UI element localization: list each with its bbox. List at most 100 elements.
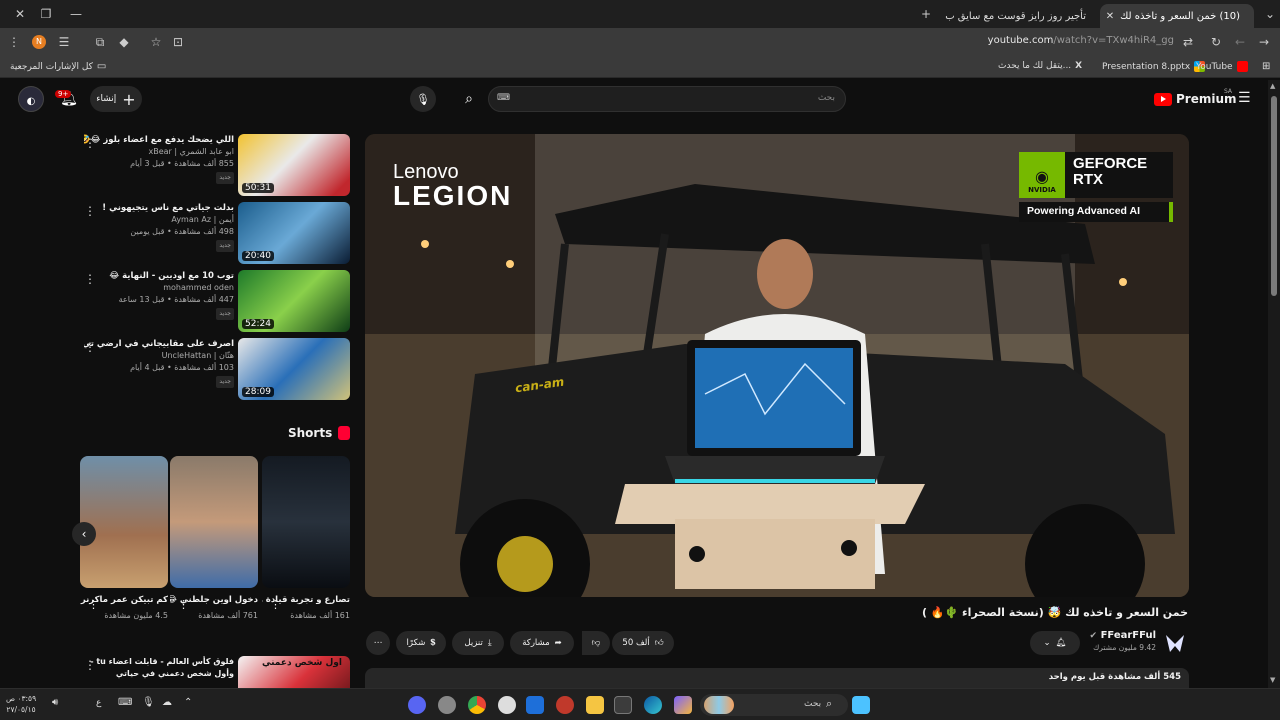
file-explorer-icon[interactable] bbox=[586, 696, 604, 714]
defender-shield-icon[interactable] bbox=[526, 696, 544, 714]
share-button[interactable]: مشاركة ➦ bbox=[510, 631, 574, 655]
settings-gear-icon[interactable] bbox=[438, 696, 456, 714]
more-vertical-icon[interactable]: ⋮ bbox=[84, 204, 96, 218]
windows-start-icon[interactable] bbox=[852, 696, 870, 714]
short-thumbnail[interactable] bbox=[170, 456, 258, 588]
channel-avatar[interactable] bbox=[1164, 632, 1186, 654]
search-input[interactable]: ⌨ بحث bbox=[488, 86, 846, 112]
video-thumbnail[interactable]: 20:40 bbox=[238, 202, 350, 264]
bookmark-youtube[interactable]: YouTube bbox=[1196, 61, 1248, 72]
recommendation-title: فلوق كأس العالم - قابلت اعضاء tu - وأول … bbox=[90, 657, 234, 678]
video-thumbnail[interactable]: 28:09 bbox=[238, 338, 350, 400]
scrollbar-thumb[interactable] bbox=[1271, 96, 1277, 296]
nvidia-rtx-badge: ◉ NVIDIA GEFORCE RTX Powering Advanced A… bbox=[1019, 152, 1173, 222]
recommendation-channel: أيمن | Ayman Az bbox=[171, 215, 234, 224]
page-scrollbar[interactable]: ▲ ▼ bbox=[1268, 80, 1280, 688]
taskbar-search[interactable]: بحث ⌕ bbox=[700, 694, 848, 716]
more-vertical-icon[interactable]: ⋮ bbox=[88, 598, 99, 611]
minimize-window-icon[interactable]: — bbox=[64, 4, 88, 24]
video-thumbnail[interactable]: اول شخص دعمني bbox=[238, 656, 350, 688]
thanks-button[interactable]: شكرًا 💲︎ bbox=[396, 631, 446, 655]
steam-icon[interactable] bbox=[498, 696, 516, 714]
app-red-icon[interactable] bbox=[556, 696, 574, 714]
account-avatar[interactable]: ◐ bbox=[18, 86, 44, 112]
short-thumbnail[interactable] bbox=[80, 456, 168, 588]
recommendation-item[interactable]: 52:24 توب 10 مع اوديين - النهاية 😂 moham… bbox=[80, 270, 352, 334]
new-tab-icon[interactable]: + bbox=[914, 4, 938, 24]
all-bookmarks-folder[interactable]: كل الإشارات المرجعية ▭ bbox=[10, 61, 106, 72]
apps-grid-icon[interactable]: ⊞ bbox=[1262, 61, 1270, 72]
more-vertical-icon[interactable]: ⋮ bbox=[178, 598, 189, 611]
recommendation-item[interactable]: اول شخص دعمني فلوق كأس العالم - قابلت اع… bbox=[80, 656, 352, 688]
more-actions-button[interactable]: ⋯ bbox=[366, 631, 390, 655]
discord-icon[interactable] bbox=[408, 696, 426, 714]
store-icon[interactable] bbox=[614, 696, 632, 714]
microphone-icon[interactable]: 🎙︎ bbox=[142, 697, 155, 708]
chevron-up-icon[interactable]: ⌃ bbox=[184, 697, 192, 708]
restore-window-icon[interactable]: ❐ bbox=[34, 4, 58, 24]
chrome-icon[interactable] bbox=[468, 696, 486, 714]
profile-avatar[interactable]: N bbox=[32, 35, 46, 49]
scroll-up-icon[interactable]: ▲ bbox=[1270, 82, 1275, 90]
taskbar-clock[interactable]: ٠٣:٥٩ ص ٢٧/٠٥/١٥ bbox=[6, 693, 36, 715]
more-vertical-icon[interactable]: ⋮ bbox=[84, 272, 96, 286]
more-vertical-icon[interactable]: ⋮ bbox=[84, 658, 96, 672]
thumbs-down-icon: 👎︎ bbox=[591, 638, 601, 648]
volume-icon[interactable]: 🔊︎ bbox=[52, 697, 58, 708]
input-language[interactable]: ع bbox=[96, 698, 101, 708]
keyboard-icon[interactable]: ⌨ bbox=[497, 93, 510, 103]
video-thumbnail[interactable]: 50:31 bbox=[238, 134, 350, 196]
recommendation-channel: mohammed oden bbox=[163, 283, 234, 292]
description-box[interactable]: 545 ألف مشاهدة قبل يوم واحد bbox=[365, 668, 1189, 688]
keyboard-icon[interactable]: ⌨ bbox=[118, 697, 132, 708]
bookmark-presentation[interactable]: Presentation 8.pptx bbox=[1102, 61, 1206, 72]
recommendation-item[interactable]: 28:09 اصرف على مقابيجاني في ارضي تي في 😂… bbox=[80, 338, 352, 402]
menu-kebab-icon[interactable]: ⋮ bbox=[6, 34, 22, 50]
scroll-down-icon[interactable]: ▼ bbox=[1270, 676, 1275, 684]
voice-search-button[interactable]: 🎙︎ bbox=[410, 86, 436, 112]
tab-search-icon[interactable]: ⌄ bbox=[1258, 4, 1280, 24]
copilot-icon[interactable] bbox=[674, 696, 692, 714]
close-window-icon[interactable]: ✕ bbox=[8, 4, 32, 24]
more-vertical-icon[interactable]: ⋮ bbox=[84, 340, 96, 354]
cloud-icon[interactable]: ☁ bbox=[162, 697, 172, 708]
download-icon: ⤓ bbox=[487, 638, 492, 648]
site-settings-icon[interactable]: ⇄ bbox=[1180, 34, 1196, 50]
tab-rose-rise[interactable]: تأجير روز رايز قوست مع سايق ب ✕ bbox=[940, 4, 1100, 28]
recommendation-item[interactable]: 20:40 بدلت جياتي مع ناس يتجيهوني ! أيمن … bbox=[80, 202, 352, 266]
more-vertical-icon[interactable]: ⋮ bbox=[270, 598, 281, 611]
short-thumbnail[interactable] bbox=[262, 456, 350, 588]
video-player[interactable]: Lenovo LEGION ◉ NVIDIA GEFORCE RTX Power… bbox=[365, 134, 1189, 597]
nvidia-logo-block: ◉ NVIDIA bbox=[1019, 152, 1065, 198]
like-button[interactable]: 50 ألف 👍︎ bbox=[612, 631, 674, 655]
reading-list-icon[interactable]: ☰ bbox=[56, 34, 72, 50]
edge-icon[interactable] bbox=[644, 696, 662, 714]
screenshot-icon[interactable]: ⧉ bbox=[92, 34, 108, 50]
install-app-icon[interactable]: ⊡ bbox=[170, 34, 186, 50]
search-icon: ⌕ bbox=[826, 697, 833, 710]
extension-icon[interactable]: ◆ bbox=[116, 34, 132, 50]
hamburger-menu-icon[interactable]: ☰ bbox=[1238, 90, 1251, 106]
front-rim bbox=[497, 536, 553, 592]
create-button[interactable]: إنشاء + bbox=[90, 86, 142, 112]
dislike-button[interactable]: 👎︎ bbox=[582, 631, 610, 655]
shorts-carousel-prev[interactable]: ‹ bbox=[72, 522, 96, 546]
subscription-bell-button[interactable]: ⌄ 🔔︎ bbox=[1030, 631, 1080, 655]
youtube-play-logo-icon bbox=[1154, 92, 1172, 106]
video-thumbnail[interactable]: 52:24 bbox=[238, 270, 350, 332]
bookmark-x[interactable]: يتقل لك ما يحدث... X bbox=[998, 61, 1082, 71]
search-button[interactable]: ⌕ bbox=[456, 86, 482, 112]
reload-icon[interactable]: ↻ bbox=[1208, 34, 1224, 50]
duration-badge: 50:31 bbox=[242, 183, 274, 193]
more-vertical-icon[interactable]: ⋮ bbox=[84, 136, 96, 150]
recommendation-item[interactable]: 50:31 اللي يضحك يدفع مع اعضاء بلوز 😂🤣 اب… bbox=[80, 134, 352, 198]
forward-icon[interactable]: ← bbox=[1232, 34, 1248, 50]
download-button[interactable]: تنزيل ⤓ bbox=[452, 631, 504, 655]
view-count-date: 545 ألف مشاهدة قبل يوم واحد bbox=[1048, 672, 1181, 682]
recommendation-channel: ابو عابد الشمري | xBear bbox=[148, 147, 234, 156]
bookmark-star-icon[interactable]: ☆ bbox=[148, 34, 164, 50]
tab-close-icon[interactable]: ✕ bbox=[1106, 11, 1114, 22]
url-field[interactable]: youtube.com/watch?v=TXw4hiR4_gg bbox=[988, 35, 1174, 46]
tab-youtube-video[interactable]: (10) خمن السعر و تاخذه لك ✕ bbox=[1100, 4, 1254, 28]
back-icon[interactable]: → bbox=[1256, 34, 1272, 50]
